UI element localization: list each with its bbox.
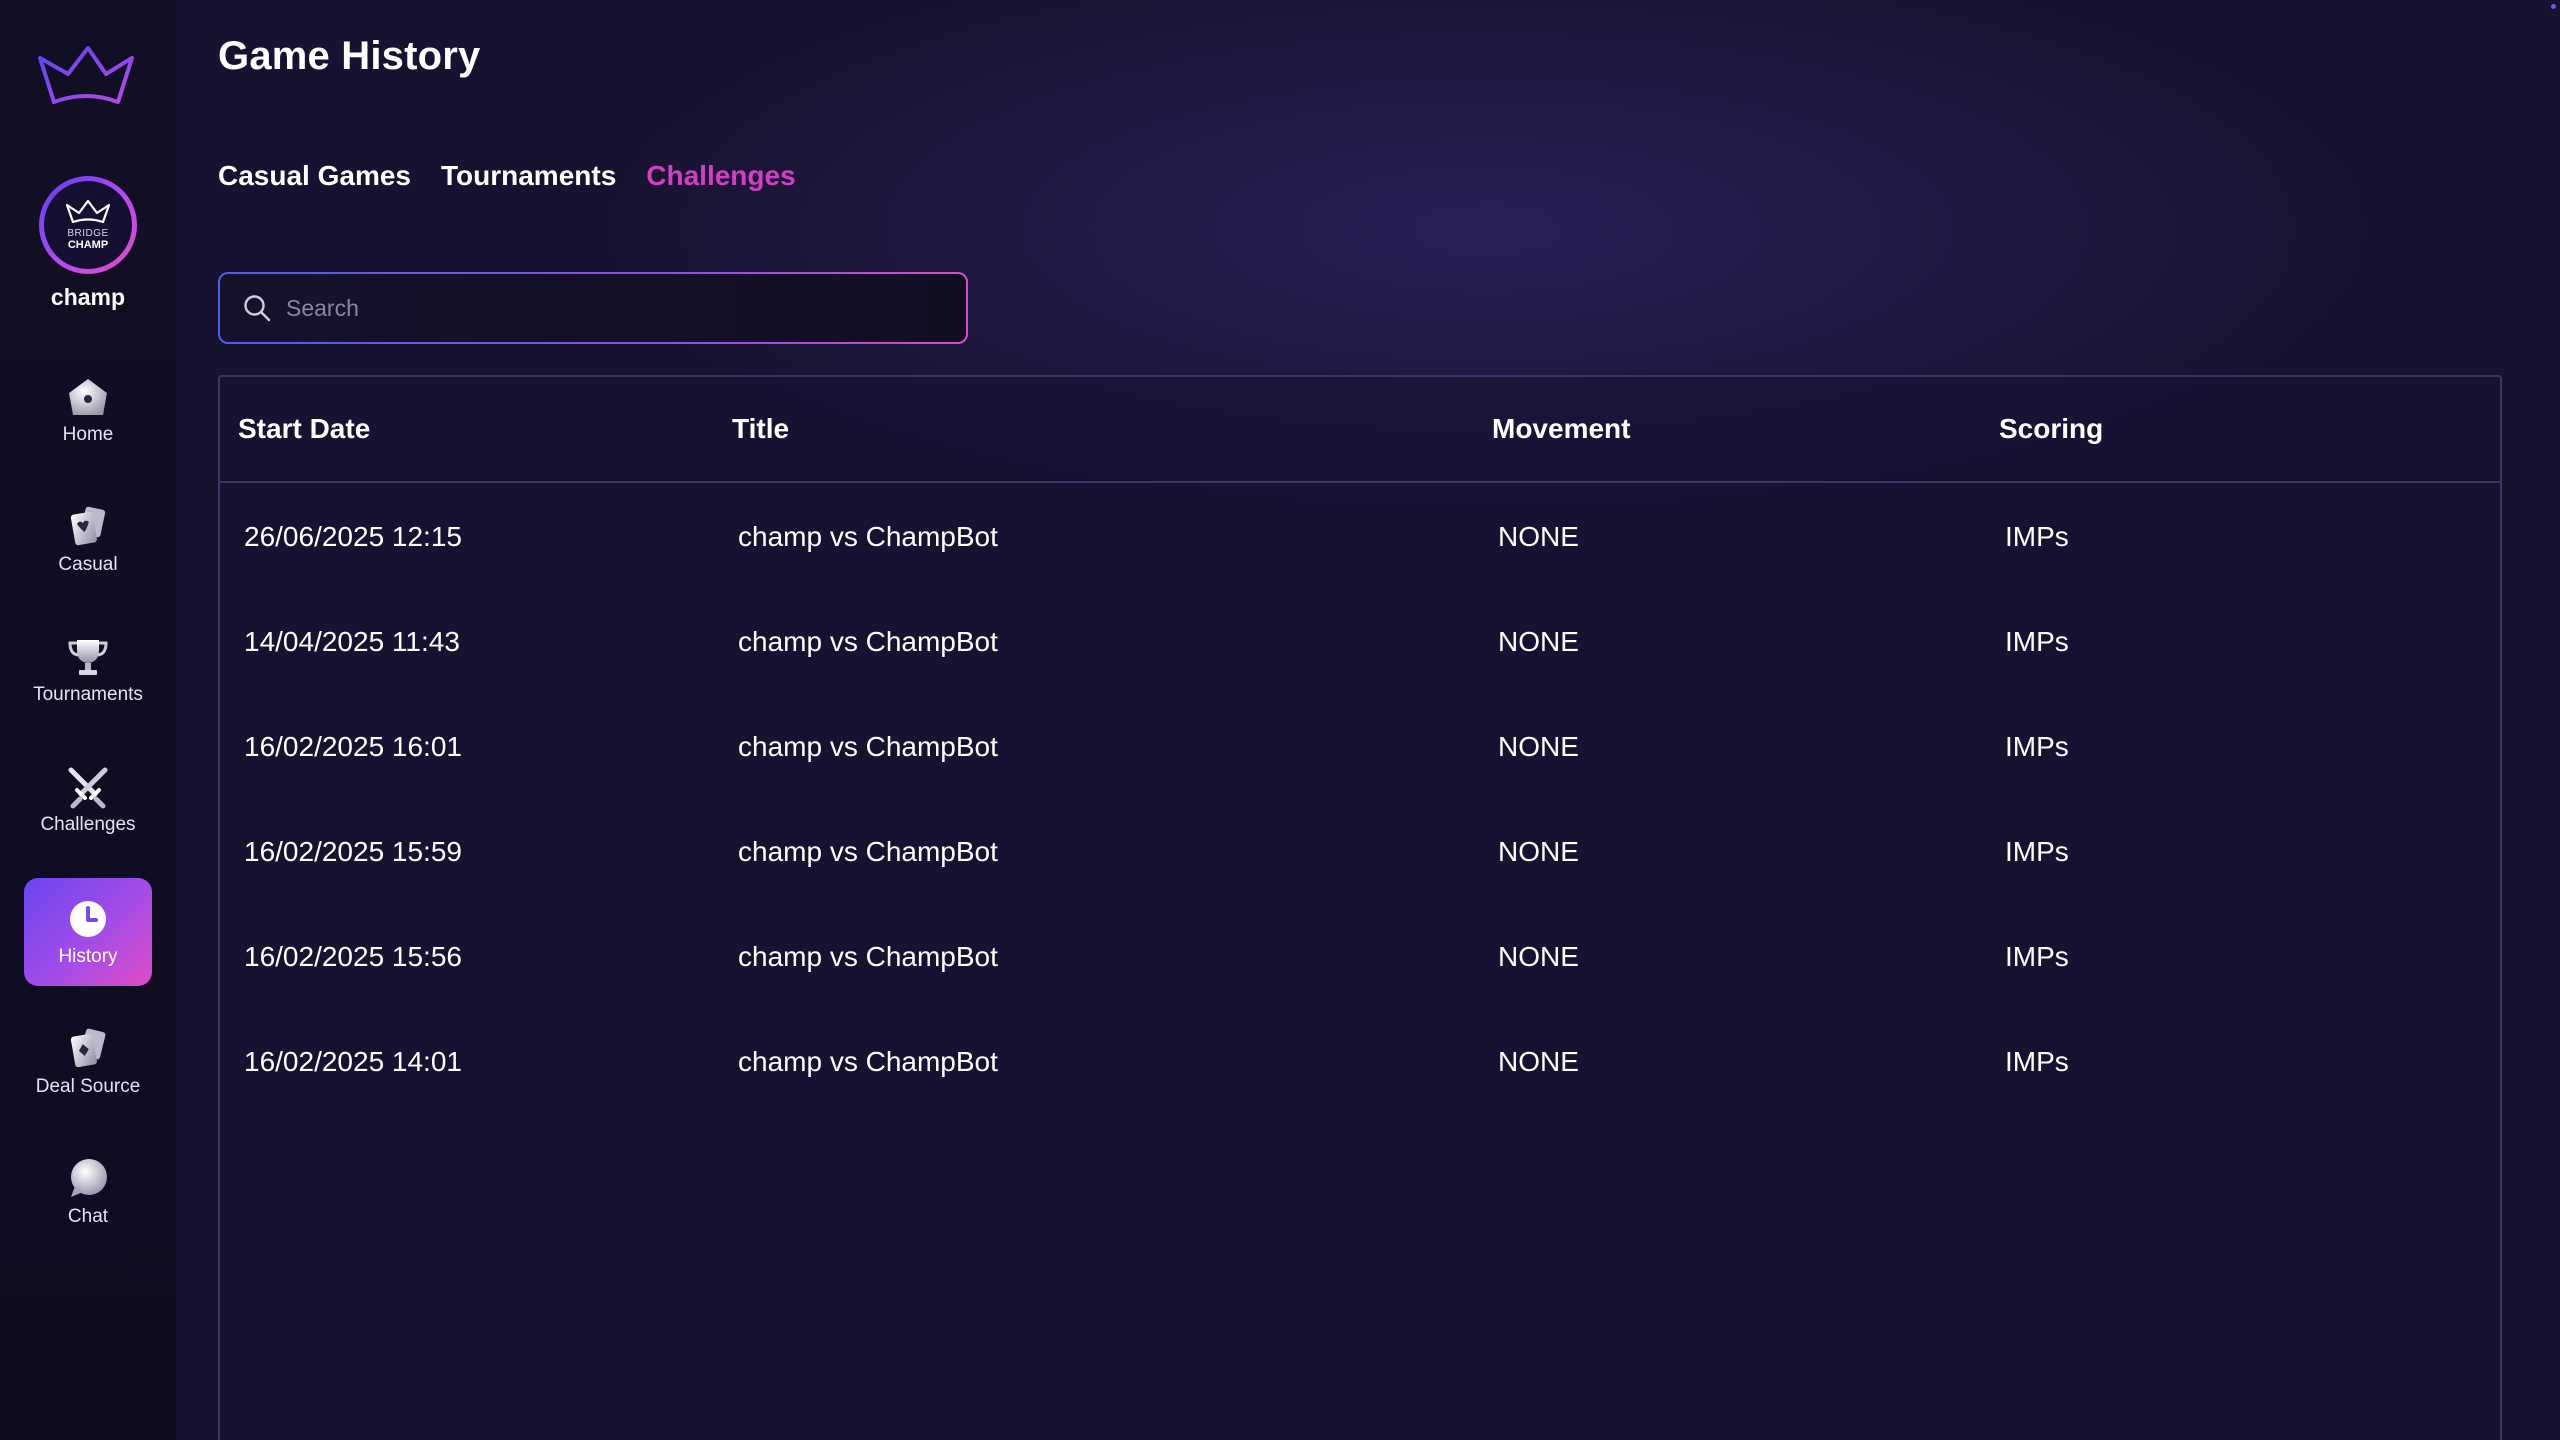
chat-bubble-icon	[71, 1159, 107, 1197]
sidebar-item-history[interactable]: History	[24, 878, 152, 986]
cards-icon	[70, 506, 106, 546]
sidebar-item-chat[interactable]: Chat	[24, 1138, 152, 1246]
cell-movement: NONE	[1498, 941, 1579, 972]
avatar-text-champ: CHAMP	[67, 239, 109, 251]
cell-scoring: IMPs	[2005, 626, 2069, 657]
avatar[interactable]: BRIDGE CHAMP	[39, 176, 137, 274]
table-row[interactable]: 26/06/2025 12:15 champ vs ChampBot NONE …	[220, 483, 2500, 588]
cell-scoring: IMPs	[2005, 521, 2069, 552]
avatar-badge: BRIDGE CHAMP	[44, 181, 132, 269]
cell-start-date: 16/02/2025 15:59	[244, 836, 462, 867]
table-header: Start Date Title Movement Scoring	[220, 377, 2500, 483]
column-header-title[interactable]: Title	[732, 413, 789, 445]
sidebar-item-label: Chat	[67, 1206, 109, 1227]
tab-challenges[interactable]: Challenges	[646, 160, 795, 192]
username: champ	[50, 284, 126, 310]
search-input[interactable]	[286, 274, 966, 342]
profile[interactable]: BRIDGE CHAMP champ	[0, 176, 176, 311]
cell-start-date: 26/06/2025 12:15	[244, 521, 462, 552]
history-tabs: Casual Games Tournaments Challenges	[218, 160, 796, 192]
sidebar-item-challenges[interactable]: Challenges	[24, 746, 152, 854]
sidebar-item-label: Casual	[58, 554, 118, 575]
cell-movement: NONE	[1498, 521, 1579, 552]
tab-casual-games[interactable]: Casual Games	[218, 160, 411, 192]
search-box[interactable]	[218, 272, 968, 344]
column-header-scoring[interactable]: Scoring	[1999, 413, 2103, 445]
cell-movement: NONE	[1498, 731, 1579, 762]
sidebar-item-label: Tournaments	[33, 684, 143, 705]
sidebar-item-label: Deal Source	[35, 1076, 141, 1097]
cell-start-date: 16/02/2025 16:01	[244, 731, 462, 762]
sidebar: BRIDGE CHAMP champ Home Casual Tournamen…	[0, 0, 176, 1440]
avatar-text-bridge: BRIDGE	[67, 228, 109, 239]
deal-cards-icon	[70, 1028, 106, 1068]
crown-icon	[65, 199, 111, 224]
table-body: 26/06/2025 12:15 champ vs ChampBot NONE …	[220, 483, 2500, 1113]
cell-title: champ vs ChampBot	[738, 731, 998, 762]
cell-start-date: 14/04/2025 11:43	[244, 626, 460, 657]
home-icon	[69, 379, 107, 415]
cell-title: champ vs ChampBot	[738, 941, 998, 972]
sidebar-item-label: Challenges	[40, 814, 136, 835]
main-content: Game History Casual Games Tournaments Ch…	[176, 0, 2560, 1440]
cell-title: champ vs ChampBot	[738, 626, 998, 657]
cell-scoring: IMPs	[2005, 731, 2069, 762]
page-title: Game History	[218, 34, 481, 78]
search-box-inner	[220, 274, 966, 342]
app-window: BRIDGE CHAMP champ Home Casual Tournamen…	[0, 0, 2560, 1440]
cell-title: champ vs ChampBot	[738, 521, 998, 552]
cell-movement: NONE	[1498, 626, 1579, 657]
cell-movement: NONE	[1498, 836, 1579, 867]
crown-logo-icon[interactable]	[36, 44, 136, 108]
table-row[interactable]: 14/04/2025 11:43 champ vs ChampBot NONE …	[220, 588, 2500, 693]
sidebar-item-label: History	[58, 946, 118, 967]
clock-icon	[70, 901, 106, 937]
cell-title: champ vs ChampBot	[738, 836, 998, 867]
table-row[interactable]: 16/02/2025 16:01 champ vs ChampBot NONE …	[220, 693, 2500, 798]
sidebar-item-label: Home	[62, 424, 114, 445]
cell-title: champ vs ChampBot	[738, 1046, 998, 1077]
cell-movement: NONE	[1498, 1046, 1579, 1077]
search-icon	[244, 295, 271, 322]
table-row[interactable]: 16/02/2025 14:01 champ vs ChampBot NONE …	[220, 1008, 2500, 1113]
tab-tournaments[interactable]: Tournaments	[441, 160, 616, 192]
cell-scoring: IMPs	[2005, 836, 2069, 867]
column-header-movement[interactable]: Movement	[1492, 413, 1630, 445]
sidebar-item-deal-source[interactable]: Deal Source	[24, 1008, 152, 1116]
sidebar-item-home[interactable]: Home	[24, 356, 152, 464]
sidebar-item-tournaments[interactable]: Tournaments	[24, 616, 152, 724]
crossed-swords-icon	[68, 767, 108, 809]
cell-scoring: IMPs	[2005, 941, 2069, 972]
cell-scoring: IMPs	[2005, 1046, 2069, 1077]
table-row[interactable]: 16/02/2025 15:59 champ vs ChampBot NONE …	[220, 798, 2500, 903]
table-row[interactable]: 16/02/2025 15:56 champ vs ChampBot NONE …	[220, 903, 2500, 1008]
sidebar-item-casual[interactable]: Casual	[24, 486, 152, 594]
corner-indicator	[2551, 4, 2556, 9]
cell-start-date: 16/02/2025 14:01	[244, 1046, 462, 1077]
column-header-start-date[interactable]: Start Date	[238, 413, 370, 445]
trophy-icon	[68, 640, 108, 675]
cell-start-date: 16/02/2025 15:56	[244, 941, 462, 972]
history-table: Start Date Title Movement Scoring 26/06/…	[218, 375, 2502, 1440]
